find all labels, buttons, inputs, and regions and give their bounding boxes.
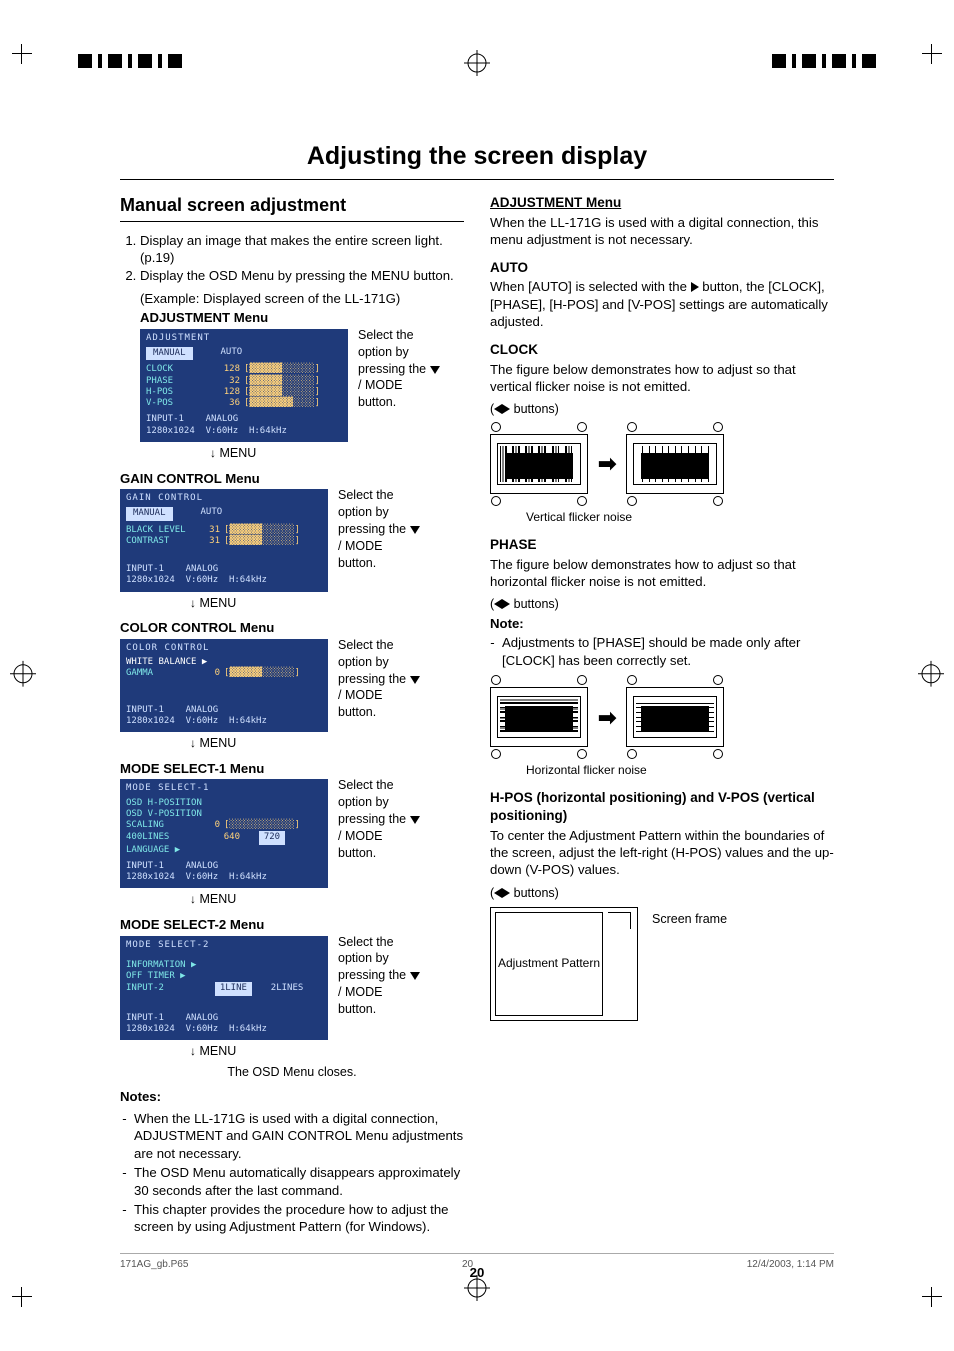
registration-mark-right <box>918 660 944 690</box>
crop-mark <box>12 44 32 64</box>
phase-diagram: ➡ <box>490 675 834 759</box>
osd-tab-auto: AUTO <box>221 347 243 360</box>
right-arrow-icon <box>502 888 510 898</box>
frame-diagram: Adjustment Pattern <box>490 907 638 1021</box>
left-arrow-icon <box>494 888 502 898</box>
caption-vertical-flicker: Vertical flicker noise <box>526 510 834 526</box>
crop-bars-right <box>772 54 876 68</box>
screen-frame-label: Screen frame <box>652 911 727 928</box>
example-note: (Example: Displayed screen of the LL-171… <box>120 290 464 307</box>
adjustment-pattern-label: Adjustment Pattern <box>495 912 603 1016</box>
para-hpos: To center the Adjustment Pattern within … <box>490 827 834 879</box>
para-auto: When [AUTO] is selected with the button,… <box>490 278 834 330</box>
osd-screenshot-adjustment: ADJUSTMENT MANUAL AUTO CLOCK128[▓▓▓▓▓▓░░… <box>140 329 348 442</box>
registration-mark-top <box>464 50 490 76</box>
crop-mark <box>922 1287 942 1307</box>
down-arrow-icon <box>410 816 420 824</box>
para-adjustment: When the LL-171G is used with a digital … <box>490 214 834 249</box>
arrow-right-icon: ➡ <box>598 449 616 478</box>
note-item: When the LL-171G is used with a digital … <box>134 1110 464 1162</box>
note-item: The OSD Menu automatically disappears ap… <box>134 1164 464 1199</box>
step-list: Display an image that makes the entire s… <box>120 232 464 284</box>
caption-horizontal-flicker: Horizontal flicker noise <box>526 763 834 779</box>
heading-hpos-vpos: H-POS (horizontal positioning) and V-POS… <box>490 789 834 825</box>
left-column: Manual screen adjustment Display an imag… <box>120 194 464 1240</box>
notes-list: When the LL-171G is used with a digital … <box>120 1110 464 1236</box>
menu-heading-mode2: MODE SELECT-2 Menu <box>120 916 464 933</box>
crop-mark <box>922 44 942 64</box>
registration-mark-left <box>10 660 36 690</box>
osd-title: ADJUSTMENT <box>146 333 342 344</box>
osd-screenshot-gain: GAIN CONTROL MANUAL AUTO BLACK LEVEL31[▓… <box>120 489 328 592</box>
down-arrow-icon <box>430 366 440 374</box>
down-arrow-icon <box>410 526 420 534</box>
footer-page: 20 <box>462 1258 473 1271</box>
right-arrow-icon <box>502 599 510 609</box>
clock-diagram: ➡ <box>490 422 834 506</box>
right-column: ADJUSTMENT Menu When the LL-171G is used… <box>490 194 834 1240</box>
crop-mark <box>12 1287 32 1307</box>
step-1: Display an image that makes the entire s… <box>140 232 464 267</box>
menu-heading-color: COLOR CONTROL Menu <box>120 619 464 636</box>
down-arrow-icon <box>410 676 420 684</box>
note-phase-item: Adjustments to [PHASE] should be made on… <box>502 634 834 669</box>
left-arrow-icon <box>494 599 502 609</box>
osd-screenshot-mode1: MODE SELECT-1 OSD H-POSITION OSD V-POSIT… <box>120 779 328 888</box>
arrow-right-icon: ➡ <box>598 703 616 732</box>
note-label: Note: <box>490 615 834 632</box>
right-arrow-icon <box>691 282 699 292</box>
menu-heading-mode1: MODE SELECT-1 Menu <box>120 760 464 777</box>
subheading-manual: Manual screen adjustment <box>120 194 464 222</box>
print-footer: 171AG_gb.P65 20 12/4/2003, 1:14 PM <box>120 1253 834 1271</box>
notes-heading: Notes: <box>120 1088 464 1105</box>
left-arrow-icon <box>494 404 502 414</box>
footer-file: 171AG_gb.P65 <box>120 1258 188 1271</box>
heading-adjustment-menu: ADJUSTMENT Menu <box>490 194 834 212</box>
para-phase: The figure below demonstrates how to adj… <box>490 556 834 591</box>
footer-date: 12/4/2003, 1:14 PM <box>747 1258 834 1271</box>
heading-clock: CLOCK <box>490 341 834 359</box>
title-rule <box>120 179 834 180</box>
osd-footer: INPUT-1 ANALOG 1280x1024 V:60Hz H:64kHz <box>146 414 342 437</box>
menu-close-note: The OSD Menu closes. <box>120 1064 464 1081</box>
crop-bars-left <box>78 54 182 68</box>
right-arrow-icon <box>502 404 510 414</box>
note-item: This chapter provides the procedure how … <box>134 1201 464 1236</box>
menu-heading-gain: GAIN CONTROL Menu <box>120 470 464 487</box>
down-arrow-icon <box>410 972 420 980</box>
osd-screenshot-mode2: MODE SELECT-2 INFORMATION ▶ OFF TIMER ▶ … <box>120 936 328 1041</box>
osd-tab-manual: MANUAL <box>146 347 193 360</box>
osd-screenshot-color: COLOR CONTROL WHITE BALANCE ▶ GAMMA0[▓▓▓… <box>120 639 328 732</box>
heading-auto: AUTO <box>490 259 834 277</box>
heading-phase: PHASE <box>490 536 834 554</box>
para-clock: The figure below demonstrates how to adj… <box>490 361 834 396</box>
page-title: Adjusting the screen display <box>120 140 834 173</box>
menu-heading-adjustment: ADJUSTMENT Menu <box>140 309 464 326</box>
step-2: Display the OSD Menu by pressing the MEN… <box>140 267 464 284</box>
